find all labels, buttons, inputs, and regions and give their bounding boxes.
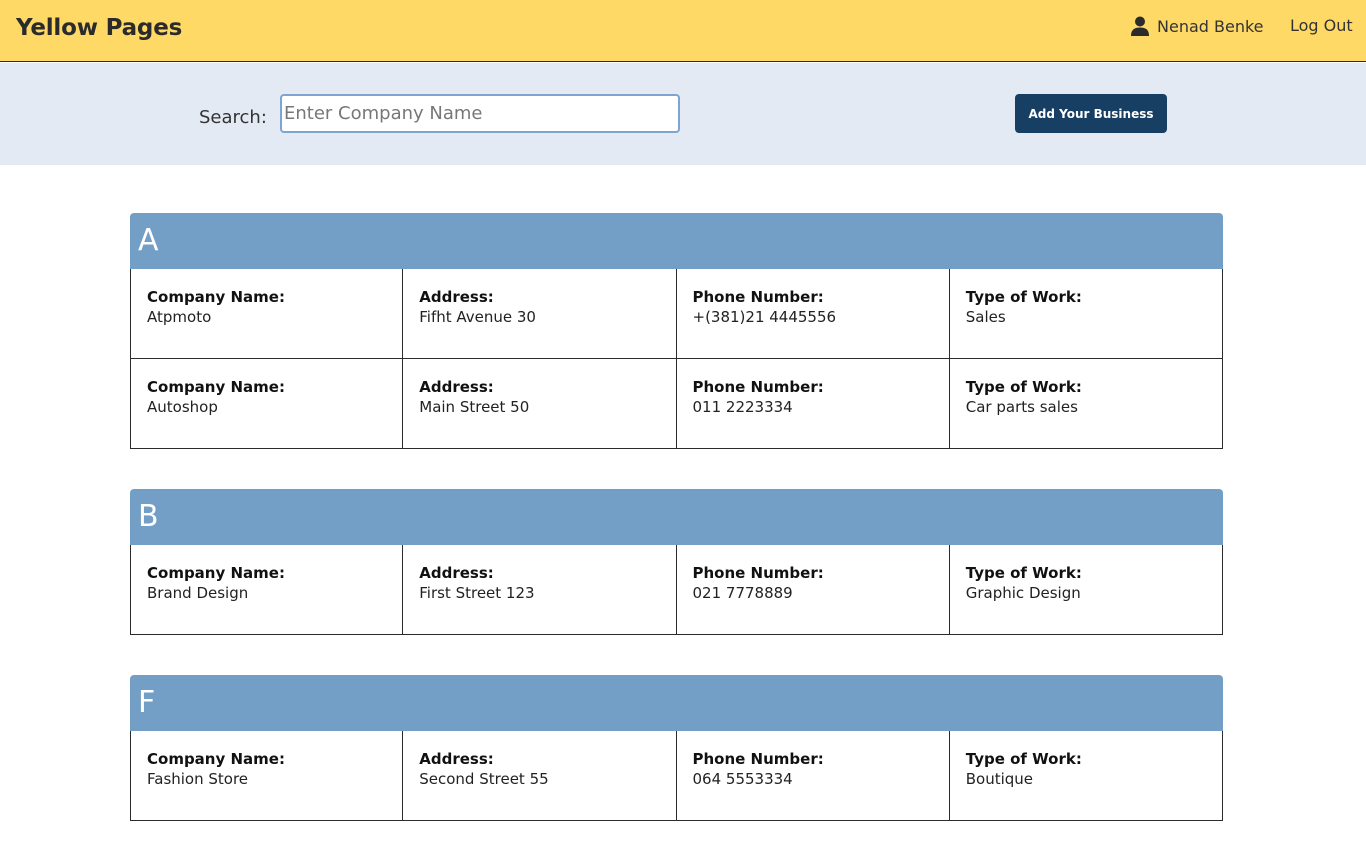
phone-cell: Phone Number: +(381)21 4445556 [675,269,950,359]
address-cell: Address: Fifht Avenue 30 [402,269,677,359]
table-row: Company Name: Autoshop Address: Main Str… [130,359,1223,449]
phone-cell: Phone Number: 021 7778889 [675,545,950,635]
company-value: Brand Design [147,584,249,602]
group-header-letter: F [130,675,1223,731]
user-profile-link[interactable]: Nenad Benke [1131,16,1264,36]
company-cell: Company Name: Fashion Store [130,731,404,821]
company-value: Autoshop [147,398,218,416]
address-label: Address: [419,564,494,582]
add-business-button[interactable]: Add Your Business [1015,94,1167,133]
address-cell: Address: Second Street 55 [402,731,677,821]
work-label: Type of Work: [965,378,1082,396]
phone-label: Phone Number: [692,564,824,582]
work-cell: Type of Work: Sales [948,269,1223,359]
group-a: A Company Name: Atpmoto Address: Fifht A… [130,213,1223,449]
search-input[interactable] [280,94,680,133]
search-label: Search: [199,107,267,128]
work-value: Graphic Design [965,584,1081,602]
work-value: Boutique [965,770,1034,788]
address-value: Second Street 55 [419,770,549,788]
work-value: Car parts sales [965,398,1078,416]
table-row: Company Name: Brand Design Address: Firs… [130,545,1223,635]
table-row: Company Name: Fashion Store Address: Sec… [130,731,1223,821]
company-value: Fashion Store [147,770,249,788]
address-value: Main Street 50 [419,398,530,416]
logout-link[interactable]: Log Out [1290,16,1353,35]
address-value: First Street 123 [419,584,535,602]
company-label: Company Name: [147,750,285,768]
address-label: Address: [419,288,494,306]
company-label: Company Name: [147,288,285,306]
phone-label: Phone Number: [692,288,824,306]
phone-label: Phone Number: [692,750,824,768]
user-icon [1131,16,1149,36]
user-name: Nenad Benke [1157,16,1264,36]
phone-value: 011 2223334 [692,398,793,416]
work-cell: Type of Work: Boutique [948,731,1223,821]
group-header-letter: A [130,213,1223,269]
work-label: Type of Work: [965,750,1082,768]
work-value: Sales [965,308,1006,326]
phone-cell: Phone Number: 011 2223334 [675,359,950,449]
address-cell: Address: First Street 123 [402,545,677,635]
company-cell: Company Name: Atpmoto [130,269,404,359]
company-label: Company Name: [147,564,285,582]
company-value: Atpmoto [147,308,212,326]
address-cell: Address: Main Street 50 [402,359,677,449]
table-row: Company Name: Atpmoto Address: Fifht Ave… [130,269,1223,359]
group-header-letter: B [130,489,1223,545]
address-label: Address: [419,378,494,396]
work-cell: Type of Work: Graphic Design [948,545,1223,635]
address-label: Address: [419,750,494,768]
group-b: B Company Name: Brand Design Address: Fi… [130,489,1223,635]
work-label: Type of Work: [965,288,1082,306]
phone-label: Phone Number: [692,378,824,396]
group-f: F Company Name: Fashion Store Address: S… [130,675,1223,821]
phone-value: 064 5553334 [692,770,793,788]
company-label: Company Name: [147,378,285,396]
phone-value: +(381)21 4445556 [692,308,837,326]
company-cell: Company Name: Autoshop [130,359,404,449]
address-value: Fifht Avenue 30 [419,308,536,326]
brand-logo[interactable]: Yellow Pages [16,15,182,41]
work-cell: Type of Work: Car parts sales [948,359,1223,449]
phone-value: 021 7778889 [692,584,793,602]
phone-cell: Phone Number: 064 5553334 [675,731,950,821]
search-bar: Search: Add Your Business [0,63,1366,165]
navbar: Yellow Pages Nenad Benke Log Out [0,0,1366,62]
company-cell: Company Name: Brand Design [130,545,404,635]
work-label: Type of Work: [965,564,1082,582]
